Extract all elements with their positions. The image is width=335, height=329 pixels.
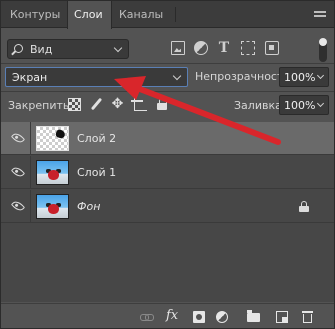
image-filter-icon[interactable]: [171, 41, 185, 55]
layer-thumbnail: [36, 126, 69, 151]
lock-all-icon[interactable]: [156, 98, 169, 111]
divider: [30, 122, 31, 155]
visibility-eye-icon[interactable]: [10, 198, 26, 214]
layer-thumbnail: [36, 160, 69, 185]
delete-layer-icon[interactable]: [302, 311, 313, 323]
panel-footer: fx: [1, 306, 334, 328]
filter-kind-label: Вид: [30, 43, 53, 56]
shape-filter-icon[interactable]: [241, 41, 255, 55]
visibility-eye-icon[interactable]: [10, 130, 26, 146]
chevron-down-icon[interactable]: [316, 71, 325, 80]
lock-artboard-icon[interactable]: [131, 98, 147, 111]
visibility-eye-icon[interactable]: [10, 164, 26, 180]
panel-menu-icon[interactable]: [314, 11, 326, 19]
fill-value: 100%: [284, 99, 316, 112]
opacity-value: 100%: [284, 71, 316, 84]
tab-layers[interactable]: Слои: [67, 1, 112, 29]
new-group-icon[interactable]: [247, 310, 260, 322]
new-layer-icon[interactable]: [276, 311, 288, 323]
layers-panel: Контуры Слои Каналы Вид T Экран Непрозра…: [0, 0, 335, 329]
smart-object-filter-icon[interactable]: [265, 41, 279, 55]
lock-icon: [299, 201, 309, 212]
layer-name[interactable]: Фон: [77, 200, 100, 213]
chevron-down-icon: [113, 43, 123, 53]
lock-transparent-pixels-icon[interactable]: [68, 98, 81, 111]
tab-divider: [175, 7, 176, 22]
panel-tab-bar: Контуры Слои Каналы: [1, 1, 334, 29]
layer-row-background[interactable]: Фон: [1, 190, 334, 223]
adjustment-filter-icon[interactable]: [194, 41, 208, 55]
divider: [30, 156, 31, 189]
new-adjustment-layer-icon[interactable]: [216, 311, 228, 323]
chevron-down-icon[interactable]: [316, 99, 325, 108]
type-filter-icon[interactable]: T: [217, 41, 231, 55]
lock-label: Закрепить:: [8, 99, 74, 112]
search-icon: [14, 44, 23, 53]
layers-list: Слой 2 Слой 1 Фон: [1, 122, 334, 302]
fill-field[interactable]: 100%: [279, 95, 329, 115]
layer-row-layer-1[interactable]: Слой 1: [1, 156, 334, 189]
layer-name[interactable]: Слой 2: [77, 132, 116, 145]
filter-toggle-switch[interactable]: [319, 38, 327, 62]
blend-mode-dropdown[interactable]: Экран: [5, 67, 188, 87]
filter-kind-dropdown[interactable]: Вид: [7, 39, 129, 59]
tab-paths[interactable]: Контуры: [4, 1, 66, 28]
lock-image-pixels-icon[interactable]: [90, 98, 103, 111]
fill-label: Заливка:: [234, 99, 286, 112]
chevron-down-icon: [172, 71, 182, 81]
layer-row-layer-2[interactable]: Слой 2: [1, 122, 334, 155]
opacity-field[interactable]: 100%: [279, 67, 329, 87]
fx-icon[interactable]: fx: [166, 309, 182, 323]
divider: [1, 91, 334, 92]
add-mask-icon[interactable]: [193, 311, 205, 323]
divider: [30, 190, 31, 223]
tab-channels[interactable]: Каналы: [113, 1, 175, 28]
divider: [1, 63, 334, 64]
divider: [1, 303, 334, 304]
layer-name[interactable]: Слой 1: [77, 166, 116, 179]
lock-position-icon[interactable]: ✥: [111, 97, 124, 111]
blend-mode-value: Экран: [12, 71, 48, 84]
layer-thumbnail: [36, 194, 69, 219]
link-layers-icon[interactable]: [140, 311, 154, 323]
